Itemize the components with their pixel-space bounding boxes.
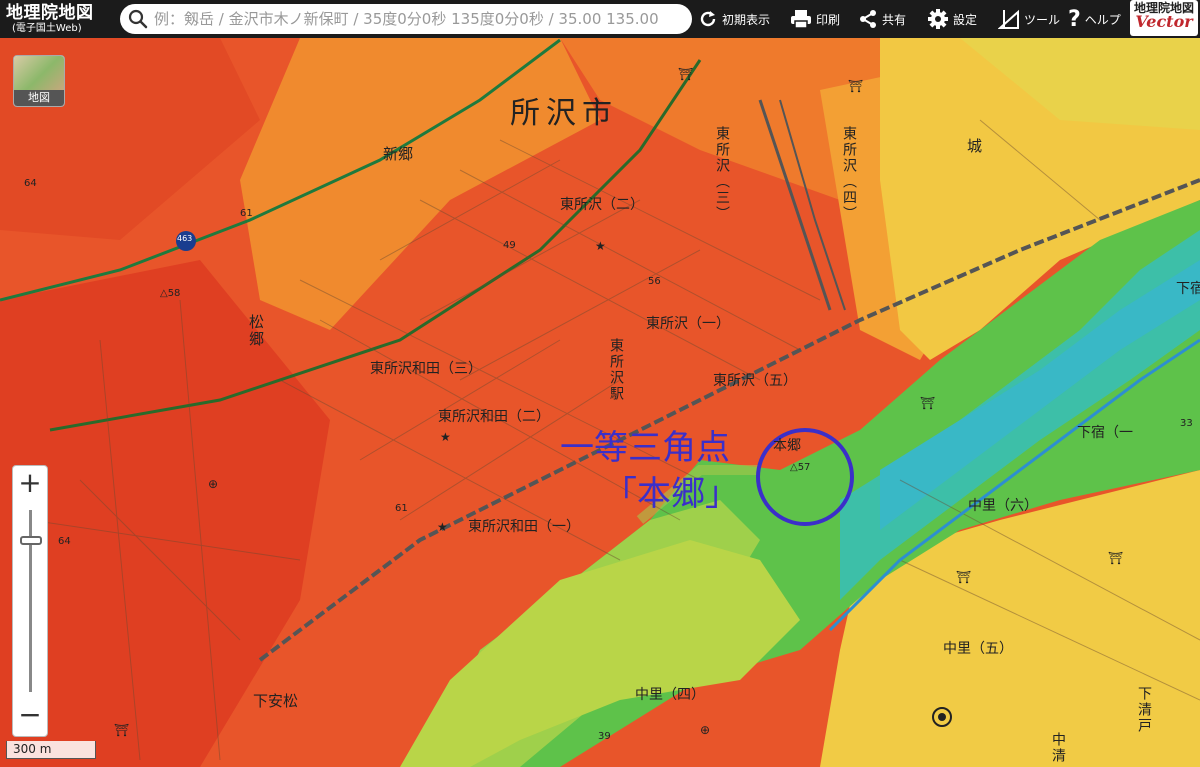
svg-text:★: ★ xyxy=(595,239,606,253)
place-hongo: 本郷 xyxy=(773,438,801,454)
svg-text:⛩: ⛩ xyxy=(848,79,863,93)
vector-logo[interactable]: 地理院地図 Vector xyxy=(1130,0,1198,36)
map-canvas[interactable]: ★ ★ ★ ⊕ ⊕ ⛩ ⛩ ⛩ ⛩ ⛩ ⛩ 所沢市 新郷 松郷 下安松 東所沢（二） 東所沢（… xyxy=(0,38,1200,767)
svg-text:⛩: ⛩ xyxy=(1108,551,1123,565)
elevation-64b: 64 xyxy=(58,536,71,547)
map-thumbnail xyxy=(14,56,64,90)
place-higashitokorozawa-1: 東所沢（一） xyxy=(646,316,730,332)
search-icon xyxy=(128,9,148,29)
question-icon: ? xyxy=(1068,6,1081,32)
elevation-57: △57 xyxy=(790,462,811,473)
place-higashitokorozawa-2: 東所沢（二） xyxy=(560,197,644,213)
reset-view-label: 初期表示 xyxy=(722,12,771,27)
share-button[interactable]: 共有 xyxy=(858,0,906,38)
place-higashitokorozawa-3: 東所沢（三） xyxy=(714,126,730,222)
zoom-control: + − xyxy=(12,465,48,737)
place-shiro: 城 xyxy=(967,137,983,155)
place-higashitokorozawa-4: 東所沢（四） xyxy=(841,126,857,222)
elevation-56: 56 xyxy=(648,276,661,287)
svg-text:⛩: ⛩ xyxy=(920,396,935,410)
place-shimoyasumatsu: 下安松 xyxy=(253,692,299,710)
annotation-line1: 一等三角点 xyxy=(560,428,730,468)
elevation-58: △58 xyxy=(160,288,181,299)
svg-text:⛩: ⛩ xyxy=(956,570,971,584)
elevation-map: ★ ★ ★ ⊕ ⊕ ⛩ ⛩ ⛩ ⛩ ⛩ ⛩ xyxy=(0,38,1200,767)
elevation-61a: 61 xyxy=(240,208,253,219)
top-toolbar: 地理院地図 (電子国土Web) 初期表示 印刷 共有 xyxy=(0,0,1200,38)
help-button[interactable]: ? ヘルプ xyxy=(1068,0,1121,38)
place-nakazato-5: 中里（五） xyxy=(943,641,1013,657)
tools-button[interactable]: ツール xyxy=(998,0,1060,38)
print-label: 印刷 xyxy=(816,12,841,27)
svg-text:⊕: ⊕ xyxy=(208,477,218,491)
elevation-64a: 64 xyxy=(24,178,37,189)
svg-text:⛩: ⛩ xyxy=(114,723,129,737)
place-wada-1: 東所沢和田（一） xyxy=(468,519,580,535)
place-shimojuku: 下宿（一 xyxy=(1077,425,1133,441)
elevation-33: 33 xyxy=(1180,418,1193,429)
search-box[interactable] xyxy=(120,4,692,34)
tools-label: ツール xyxy=(1024,12,1061,27)
svg-text:★: ★ xyxy=(437,520,448,534)
place-shimojuku-right: 下宿 xyxy=(1176,281,1200,297)
svg-text:★: ★ xyxy=(440,430,451,444)
print-button[interactable]: 印刷 xyxy=(790,0,840,38)
zoom-slider-handle[interactable] xyxy=(20,536,42,545)
gear-icon xyxy=(928,9,948,29)
svg-text:⊕: ⊕ xyxy=(700,723,710,737)
elevation-61b: 61 xyxy=(395,503,408,514)
reset-view-button[interactable]: 初期表示 xyxy=(698,0,770,38)
elevation-39: 39 xyxy=(598,731,611,742)
city-label: 所沢市 xyxy=(510,96,618,131)
ruler-tools-icon xyxy=(998,9,1019,29)
settings-button[interactable]: 設定 xyxy=(927,0,977,38)
place-wada-2: 東所沢和田（二） xyxy=(438,409,550,425)
station-higashitokorozawa: 東所沢駅 xyxy=(608,338,624,402)
zoom-in-button[interactable]: + xyxy=(13,466,47,500)
scale-bar: 300 m xyxy=(6,741,96,759)
svg-text:⛩: ⛩ xyxy=(678,67,693,81)
place-wada-3: 東所沢和田（三） xyxy=(370,361,482,377)
place-higashitokorozawa-5: 東所沢（五） xyxy=(713,373,797,389)
app-title: 地理院地図 xyxy=(6,2,94,23)
settings-label: 設定 xyxy=(953,12,978,27)
place-nakazato-4: 中里（四） xyxy=(635,687,705,703)
app-subtitle: (電子国土Web) xyxy=(12,22,82,34)
place-shingo: 新郷 xyxy=(383,145,414,163)
place-shimokiyoto: 下清戸 xyxy=(1136,686,1152,734)
help-label: ヘルプ xyxy=(1084,12,1121,27)
elevation-49: 49 xyxy=(503,240,516,251)
place-nakazato-6: 中里（六） xyxy=(968,498,1038,514)
printer-icon xyxy=(791,10,811,29)
layer-switch-label: 地図 xyxy=(14,90,64,106)
search-input[interactable] xyxy=(154,10,674,28)
vector-logo-bottom: Vector xyxy=(1135,12,1193,31)
zoom-out-button[interactable]: − xyxy=(13,698,47,732)
layer-switch-button[interactable]: 地図 xyxy=(13,55,65,107)
annotation-line2: 「本郷」 xyxy=(603,474,739,514)
route-463-label: 463 xyxy=(177,234,193,243)
share-label: 共有 xyxy=(882,12,907,27)
share-icon xyxy=(860,10,876,28)
app-brand[interactable]: 地理院地図 (電子国土Web) xyxy=(0,2,118,34)
place-matsugo: 松郷 xyxy=(247,314,265,348)
place-nakakiyo: 中清 xyxy=(1050,732,1066,764)
refresh-icon xyxy=(700,11,716,27)
